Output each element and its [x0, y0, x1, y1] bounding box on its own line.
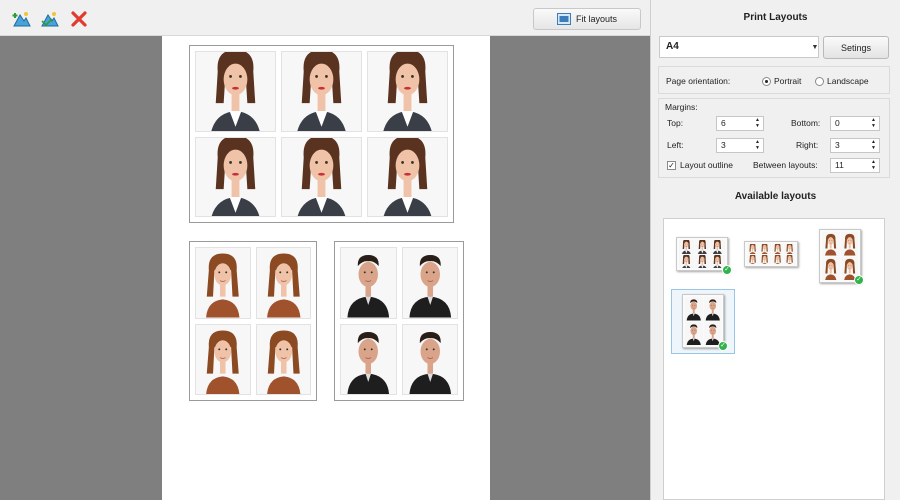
settings-button[interactable]: Setings	[823, 36, 889, 59]
thumb-photo	[685, 297, 703, 321]
available-layouts-title: Available layouts	[734, 191, 817, 202]
fit-layouts-button[interactable]: Fit layouts	[533, 8, 641, 30]
id-photo[interactable]	[281, 51, 362, 132]
fit-layouts-label: Fit layouts	[575, 14, 617, 24]
id-photo[interactable]	[255, 247, 311, 319]
margin-left-label: Left:	[667, 140, 684, 150]
available-layouts-list[interactable]: ✓ ✓ ✓	[663, 218, 885, 500]
between-layouts-input[interactable]: 11 ▲ ▼	[830, 158, 880, 173]
thumb-photo	[822, 232, 840, 256]
thumb-photo	[822, 256, 840, 280]
spinner-arrows-icon[interactable]: ▲ ▼	[870, 159, 877, 172]
check-badge-icon: ✓	[718, 341, 728, 351]
thumb-photo	[840, 232, 858, 256]
thumb-photo	[694, 240, 710, 254]
thumb-photo	[703, 297, 721, 321]
id-photo[interactable]	[195, 136, 276, 217]
margin-left-value: 3	[721, 140, 726, 150]
id-photo[interactable]	[195, 323, 251, 395]
between-layouts-value: 11	[835, 160, 844, 170]
replace-image-icon	[41, 12, 59, 27]
margin-left-input[interactable]: 3 ▲ ▼	[716, 138, 764, 153]
add-image-button[interactable]	[10, 7, 34, 31]
check-badge-icon: ✓	[854, 275, 864, 285]
print-preview-canvas[interactable]	[0, 36, 650, 500]
thumb-photo	[771, 244, 783, 254]
landscape-label[interactable]: Landscape	[827, 76, 869, 86]
print-layouts-panel: Print Layouts A4 ▼ Setings Page orientat…	[651, 0, 900, 500]
thumb-photo	[747, 254, 759, 264]
portrait-radio[interactable]	[762, 77, 771, 86]
id-photo[interactable]	[367, 51, 448, 132]
margin-bottom-value: 0	[835, 118, 840, 128]
thumb-photo	[771, 254, 783, 264]
margin-bottom-label: Bottom:	[791, 118, 821, 128]
fit-layouts-icon	[556, 13, 571, 25]
margin-top-label: Top:	[667, 118, 684, 128]
thumb-photo	[679, 254, 694, 268]
main-toolbar: Fit layouts	[0, 0, 650, 36]
id-photo[interactable]	[401, 323, 458, 395]
thumb-photo	[747, 244, 759, 254]
id-photo[interactable]	[367, 136, 448, 217]
id-photo[interactable]	[195, 51, 276, 132]
photo-sheet-woman-dark[interactable]	[189, 45, 454, 223]
portrait-label[interactable]: Portrait	[774, 76, 801, 86]
chevron-down-icon[interactable]: ▼	[808, 36, 822, 58]
layout-outline-label[interactable]: Layout outline	[680, 160, 733, 170]
paper-page	[162, 36, 490, 500]
margin-bottom-input[interactable]: 0 ▲ ▼	[830, 116, 880, 131]
thumb-photo	[679, 240, 694, 254]
id-photo[interactable]	[340, 323, 397, 395]
photo-sheet-man[interactable]	[334, 241, 464, 401]
thumb-photo	[783, 254, 795, 264]
delete-image-button[interactable]	[67, 7, 91, 31]
margin-right-label: Right:	[796, 140, 819, 150]
spinner-arrows-icon[interactable]: ▲ ▼	[870, 139, 877, 152]
photo-sheet-woman-light[interactable]	[189, 241, 317, 401]
delete-icon	[71, 11, 87, 27]
id-photo[interactable]	[255, 323, 311, 395]
margin-right-value: 3	[835, 140, 840, 150]
check-badge-icon: ✓	[722, 265, 732, 275]
thumb-photo	[694, 254, 710, 268]
thumb-photo	[703, 321, 721, 345]
margin-top-value: 6	[721, 118, 726, 128]
margins-box: Margins: Top: 6 ▲ ▼ Bottom: 0 ▲ ▼ Left: 3 …	[658, 98, 890, 178]
thumb-photo	[759, 254, 771, 264]
id-photo[interactable]	[281, 136, 362, 217]
layout-outline-checkbox[interactable]: ✓	[667, 161, 676, 170]
thumb-photo	[783, 244, 795, 254]
margin-right-input[interactable]: 3 ▲ ▼	[830, 138, 880, 153]
orientation-box: Page orientation: Portrait Landscape	[658, 66, 890, 94]
thumb-photo	[759, 244, 771, 254]
thumb-photo	[685, 321, 703, 345]
spinner-arrows-icon[interactable]: ▲ ▼	[754, 139, 761, 152]
id-photo[interactable]	[401, 247, 458, 319]
margins-label: Margins:	[665, 102, 698, 112]
between-layouts-label: Between layouts:	[753, 160, 818, 170]
orientation-label: Page orientation:	[666, 76, 731, 86]
spinner-arrows-icon[interactable]: ▲ ▼	[870, 117, 877, 130]
id-photo[interactable]	[195, 247, 251, 319]
spinner-arrows-icon[interactable]: ▲ ▼	[754, 117, 761, 130]
add-image-icon	[12, 12, 31, 27]
thumb-photo	[710, 240, 725, 254]
id-photo[interactable]	[340, 247, 397, 319]
margin-top-input[interactable]: 6 ▲ ▼	[716, 116, 764, 131]
landscape-radio[interactable]	[815, 77, 824, 86]
panel-title: Print Layouts	[743, 12, 808, 23]
paper-size-select[interactable]: A4	[659, 36, 819, 58]
replace-image-button[interactable]	[38, 7, 62, 31]
